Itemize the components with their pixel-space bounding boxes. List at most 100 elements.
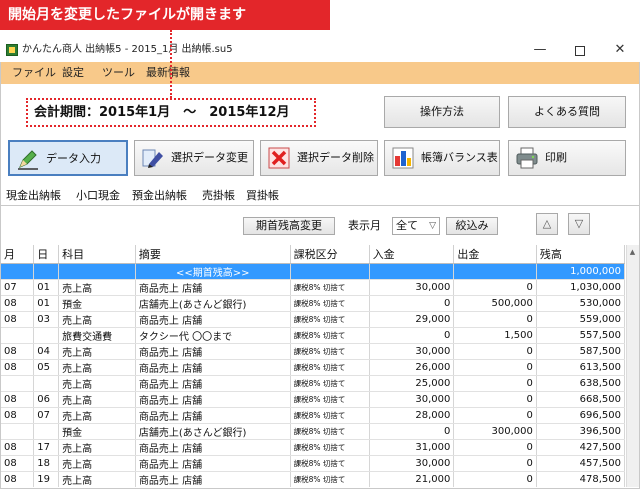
table-cell: 557,500 [536, 327, 625, 344]
edit-selected-button[interactable]: 選択データ変更 [134, 140, 254, 176]
menu-tools[interactable]: ツール [102, 62, 135, 84]
table-cell: 26,000 [369, 359, 455, 376]
table-row[interactable]: 08 19 売上高 商品売上 店舗 課税8% 切捨て 21,000 0 478,500 [1, 471, 625, 487]
menu-news[interactable]: 最新情報 [146, 62, 190, 84]
table-cell: 0 [453, 407, 537, 424]
table-row[interactable]: 旅費交通費 タクシー代 〇〇まで 課税8% 切捨て 0 1,500 557,500 [1, 327, 625, 344]
table-cell: 課税8% 切捨て [290, 455, 370, 472]
delete-selected-button[interactable]: 選択データ削除 [260, 140, 378, 176]
app-icon [6, 44, 18, 56]
table-cell: 商品売上 店舗 [135, 391, 291, 408]
table-cell: 638,500 [536, 375, 625, 392]
table-cell [453, 263, 537, 280]
table-cell: 課税8% 切捨て [290, 295, 370, 312]
table-row[interactable]: 預金 店舗売上(あさんど銀行) 課税8% 切捨て 0 300,000 396,500 [1, 423, 625, 440]
col-deposit-header[interactable]: 入金 [369, 245, 455, 264]
col-month-header[interactable]: 月 [1, 245, 35, 264]
table-cell: 0 [453, 359, 537, 376]
table-cell: 商品売上 店舗 [135, 343, 291, 360]
data-entry-button[interactable]: データ入力 [8, 140, 128, 176]
table-cell [1, 263, 35, 280]
table-cell: 課税8% 切捨て [290, 343, 370, 360]
table-row[interactable]: 08 01 預金 店舗売上(あさんど銀行) 課税8% 切捨て 0 500,000 530,00… [1, 295, 625, 312]
how-to-button[interactable]: 操作方法 [384, 96, 500, 128]
table-cell: 08 [1, 311, 35, 328]
fiscal-period-label: 会計期間：2015年1月 ～ 2015年12月 [26, 98, 316, 127]
tab-payables[interactable]: 買掛帳 [246, 187, 279, 205]
table-cell: 課税8% 切捨て [290, 391, 370, 408]
display-month-select[interactable]: 全て ▽ [392, 217, 440, 235]
maximize-button[interactable] [560, 38, 600, 62]
table-cell: 課税8% 切捨て [290, 327, 370, 344]
table-cell: 29,000 [369, 311, 455, 328]
col-day-header[interactable]: 日 [33, 245, 60, 264]
table-cell: 売上高 [58, 375, 136, 392]
vertical-scrollbar[interactable] [626, 245, 639, 487]
table-cell: 500,000 [453, 295, 537, 312]
table-cell: 05 [33, 359, 60, 376]
delete-selected-label: 選択データ削除 [297, 151, 374, 164]
filter-button[interactable]: 絞込み [446, 217, 498, 235]
col-tax-header[interactable]: 課税区分 [290, 245, 370, 264]
ledger-balance-button[interactable]: 帳簿バランス表 [384, 140, 500, 176]
table-cell: 課税8% 切捨て [290, 375, 370, 392]
col-withdrawal-header[interactable]: 出金 [453, 245, 537, 264]
tab-cash-ledger[interactable]: 現金出納帳 [6, 187, 61, 205]
table-row[interactable]: 売上高 商品売上 店舗 課税8% 切捨て 25,000 0 638,500 [1, 375, 625, 392]
menu-settings[interactable]: 設定 [62, 62, 84, 84]
table-cell: 商品売上 店舗 [135, 407, 291, 424]
table-row[interactable]: 08 06 売上高 商品売上 店舗 課税8% 切捨て 30,000 0 668,500 [1, 391, 625, 408]
col-description-header[interactable]: 摘要 [135, 245, 291, 264]
table-cell: 0 [453, 279, 537, 296]
maximize-icon [575, 46, 585, 56]
table-cell: 30,000 [369, 279, 455, 296]
table-cell: 07 [1, 279, 35, 296]
table-cell: 427,500 [536, 439, 625, 456]
minimize-button[interactable]: — [520, 38, 560, 62]
table-cell [33, 375, 60, 392]
tab-receivables[interactable]: 売掛帳 [202, 187, 235, 205]
tab-petty-cash[interactable]: 小口現金 [76, 187, 120, 205]
table-cell [58, 263, 136, 280]
table-cell: 売上高 [58, 455, 136, 472]
table-row[interactable]: 08 07 売上高 商品売上 店舗 課税8% 切捨て 28,000 0 696,500 [1, 407, 625, 424]
table-cell: 668,500 [536, 391, 625, 408]
opening-balance-button[interactable]: 期首残高変更 [243, 217, 335, 235]
table-cell: 08 [1, 471, 35, 487]
col-account-header[interactable]: 科目 [58, 245, 136, 264]
table-row[interactable]: 08 03 売上高 商品売上 店舗 課税8% 切捨て 29,000 0 559,000 [1, 311, 625, 328]
display-month-value: 全て [396, 219, 418, 232]
table-cell: 課税8% 切捨て [290, 471, 370, 487]
table-cell: 0 [369, 327, 455, 344]
table-row[interactable]: <<期首残高>> 1,000,000 [1, 263, 625, 280]
close-button[interactable]: ✕ [600, 38, 640, 62]
table-cell: 04 [33, 343, 60, 360]
tab-deposit-ledger[interactable]: 預金出納帳 [132, 187, 187, 205]
pencil-icon [18, 150, 38, 170]
chevron-down-icon: ▽ [429, 221, 436, 231]
col-balance-header[interactable]: 残高 [536, 245, 625, 264]
menu-file[interactable]: ファイル [12, 62, 56, 84]
window-title: かんたん商人 出納帳5 - 2015_1月 出納帳.su5 [22, 44, 233, 55]
faq-button[interactable]: よくある質問 [508, 96, 626, 128]
move-up-button[interactable]: △ [536, 213, 558, 235]
table-cell: 商品売上 店舗 [135, 455, 291, 472]
scroll-up-arrow[interactable]: ▲ [626, 246, 639, 258]
table-row[interactable]: 07 01 売上高 商品売上 店舗 課税8% 切捨て 30,000 0 1,030,000 [1, 279, 625, 296]
table-cell: <<期首残高>> [135, 263, 291, 280]
table-cell: 0 [453, 311, 537, 328]
table-row[interactable]: 08 04 売上高 商品売上 店舗 課税8% 切捨て 30,000 0 587,500 [1, 343, 625, 360]
ledger-table: 月 日 科目 摘要 課税区分 入金 出金 残高 <<期首残高>> 1,000,00… [1, 245, 625, 487]
table-cell: 0 [369, 295, 455, 312]
table-cell: 課税8% 切捨て [290, 359, 370, 376]
table-row[interactable]: 08 17 売上高 商品売上 店舗 課税8% 切捨て 31,000 0 427,500 [1, 439, 625, 456]
table-cell [1, 327, 35, 344]
table-cell: 01 [33, 295, 60, 312]
table-cell: 25,000 [369, 375, 455, 392]
move-down-button[interactable]: ▽ [568, 213, 590, 235]
table-cell: 課税8% 切捨て [290, 423, 370, 440]
table-row[interactable]: 08 18 売上高 商品売上 店舗 課税8% 切捨て 30,000 0 457,500 [1, 455, 625, 472]
table-cell: 300,000 [453, 423, 537, 440]
print-button[interactable]: 印刷 [508, 140, 626, 176]
table-row[interactable]: 08 05 売上高 商品売上 店舗 課税8% 切捨て 26,000 0 613,500 [1, 359, 625, 376]
